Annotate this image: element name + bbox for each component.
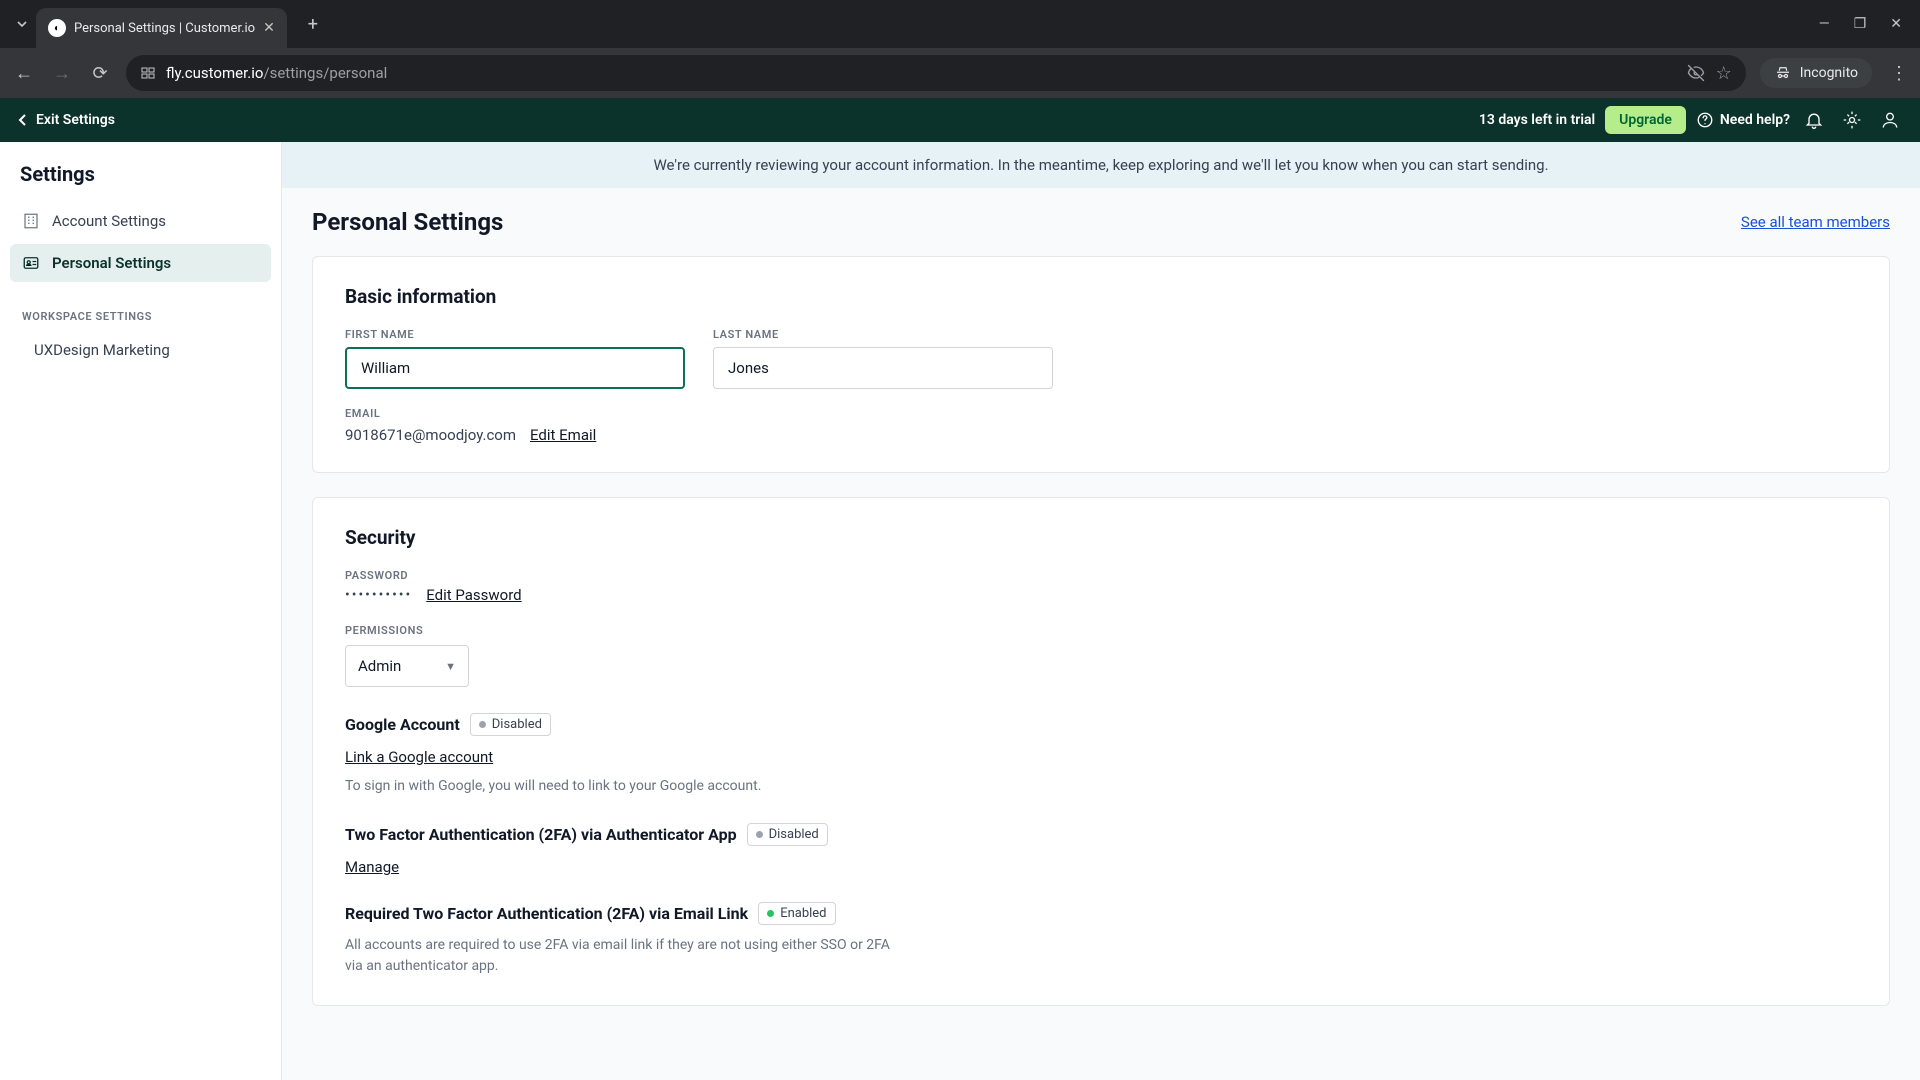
bookmark-star-icon[interactable]: ☆ (1716, 63, 1732, 84)
browser-menu-icon[interactable]: ⋮ (1890, 63, 1908, 84)
sidebar-title: Settings (10, 162, 271, 202)
close-tab-icon[interactable]: ✕ (263, 20, 275, 36)
main-content[interactable]: We're currently reviewing your account i… (282, 142, 1920, 1080)
google-status-badge: Disabled (470, 713, 551, 736)
eye-off-icon[interactable] (1686, 63, 1706, 83)
url-text: fly.customer.io/settings/personal (166, 64, 1676, 82)
status-dot-icon (479, 721, 486, 728)
sidebar-workspace-item[interactable]: UXDesign Marketing (10, 331, 271, 369)
permissions-select[interactable]: Admin ▼ (345, 645, 469, 687)
edit-password-link[interactable]: Edit Password (426, 586, 521, 604)
tfa-app-title: Two Factor Authentication (2FA) via Auth… (345, 823, 828, 846)
permissions-label: PERMISSIONS (345, 624, 1857, 637)
email-label: EMAIL (345, 407, 1857, 420)
app-header: Exit Settings 13 days left in trial Upgr… (0, 98, 1920, 142)
chevron-left-icon (16, 113, 30, 127)
status-dot-icon (756, 831, 763, 838)
need-help-button[interactable]: Need help? (1696, 111, 1790, 129)
help-circle-icon (1696, 111, 1714, 129)
google-account-desc: To sign in with Google, you will need to… (345, 776, 905, 797)
forward-button[interactable]: → (50, 63, 74, 84)
tfa-email-desc: All accounts are required to use 2FA via… (345, 935, 905, 977)
reload-button[interactable]: ⟳ (88, 63, 112, 84)
tfa-email-status-badge: Enabled (758, 902, 835, 925)
basic-information-card: Basic information FIRST NAME LAST NAME E… (312, 256, 1890, 473)
maximize-icon[interactable]: ❐ (1854, 16, 1867, 32)
favicon-icon: ◐ (48, 19, 66, 37)
page-title: Personal Settings (312, 208, 503, 236)
first-name-input[interactable] (345, 347, 685, 389)
trial-days-text: 13 days left in trial (1479, 112, 1595, 128)
incognito-label: Incognito (1800, 65, 1858, 81)
tfa-app-manage-link[interactable]: Manage (345, 858, 1857, 876)
basic-info-heading: Basic information (345, 285, 1857, 308)
tab-title: Personal Settings | Customer.io (74, 21, 255, 36)
building-icon (22, 212, 40, 230)
window-controls: — ❐ ✕ (1819, 16, 1912, 32)
notifications-icon[interactable] (1800, 110, 1828, 130)
settings-sidebar: Settings Account Settings Personal Setti… (0, 142, 282, 1080)
site-info-icon[interactable] (140, 65, 156, 81)
exit-settings-label: Exit Settings (36, 112, 115, 128)
security-card: Security PASSWORD •••••••••• Edit Passwo… (312, 497, 1890, 1006)
sidebar-item-account-settings[interactable]: Account Settings (10, 202, 271, 240)
new-tab-button[interactable]: + (299, 10, 327, 38)
password-mask: •••••••••• (345, 587, 412, 603)
tab-search-dropdown[interactable] (8, 10, 36, 38)
tfa-email-title: Required Two Factor Authentication (2FA)… (345, 902, 836, 925)
id-card-icon (22, 254, 40, 272)
sidebar-item-label: Account Settings (52, 212, 166, 230)
browser-tab[interactable]: ◐ Personal Settings | Customer.io ✕ (36, 8, 287, 48)
permissions-value: Admin (358, 657, 401, 675)
status-dot-icon (767, 910, 774, 917)
password-label: PASSWORD (345, 569, 1857, 582)
edit-email-link[interactable]: Edit Email (530, 426, 596, 444)
browser-toolbar: ← → ⟳ fly.customer.io/settings/personal … (0, 48, 1920, 98)
need-help-label: Need help? (1720, 112, 1790, 128)
browser-titlebar: ◐ Personal Settings | Customer.io ✕ + — … (0, 0, 1920, 48)
first-name-label: FIRST NAME (345, 328, 685, 341)
address-bar[interactable]: fly.customer.io/settings/personal ☆ (126, 55, 1746, 91)
see-team-members-link[interactable]: See all team members (1741, 213, 1890, 231)
incognito-icon (1774, 64, 1792, 82)
back-button[interactable]: ← (12, 63, 36, 84)
minimize-icon[interactable]: — (1819, 16, 1830, 32)
incognito-badge[interactable]: Incognito (1760, 58, 1872, 88)
security-heading: Security (345, 526, 1857, 549)
sidebar-item-label: Personal Settings (52, 254, 171, 272)
sidebar-item-personal-settings[interactable]: Personal Settings (10, 244, 271, 282)
settings-gear-icon[interactable] (1838, 110, 1866, 130)
email-value: 9018671e@moodjoy.com (345, 426, 516, 444)
google-account-title: Google Account Disabled (345, 713, 551, 736)
workspace-settings-label: WORKSPACE SETTINGS (10, 286, 271, 331)
last-name-input[interactable] (713, 347, 1053, 389)
link-google-account-link[interactable]: Link a Google account (345, 748, 1857, 766)
review-banner: We're currently reviewing your account i… (282, 142, 1920, 188)
exit-settings-button[interactable]: Exit Settings (16, 112, 115, 128)
close-window-icon[interactable]: ✕ (1890, 16, 1902, 32)
upgrade-button[interactable]: Upgrade (1605, 106, 1686, 134)
profile-icon[interactable] (1876, 110, 1904, 130)
caret-down-icon: ▼ (445, 660, 456, 673)
tfa-app-status-badge: Disabled (747, 823, 828, 846)
last-name-label: LAST NAME (713, 328, 1053, 341)
